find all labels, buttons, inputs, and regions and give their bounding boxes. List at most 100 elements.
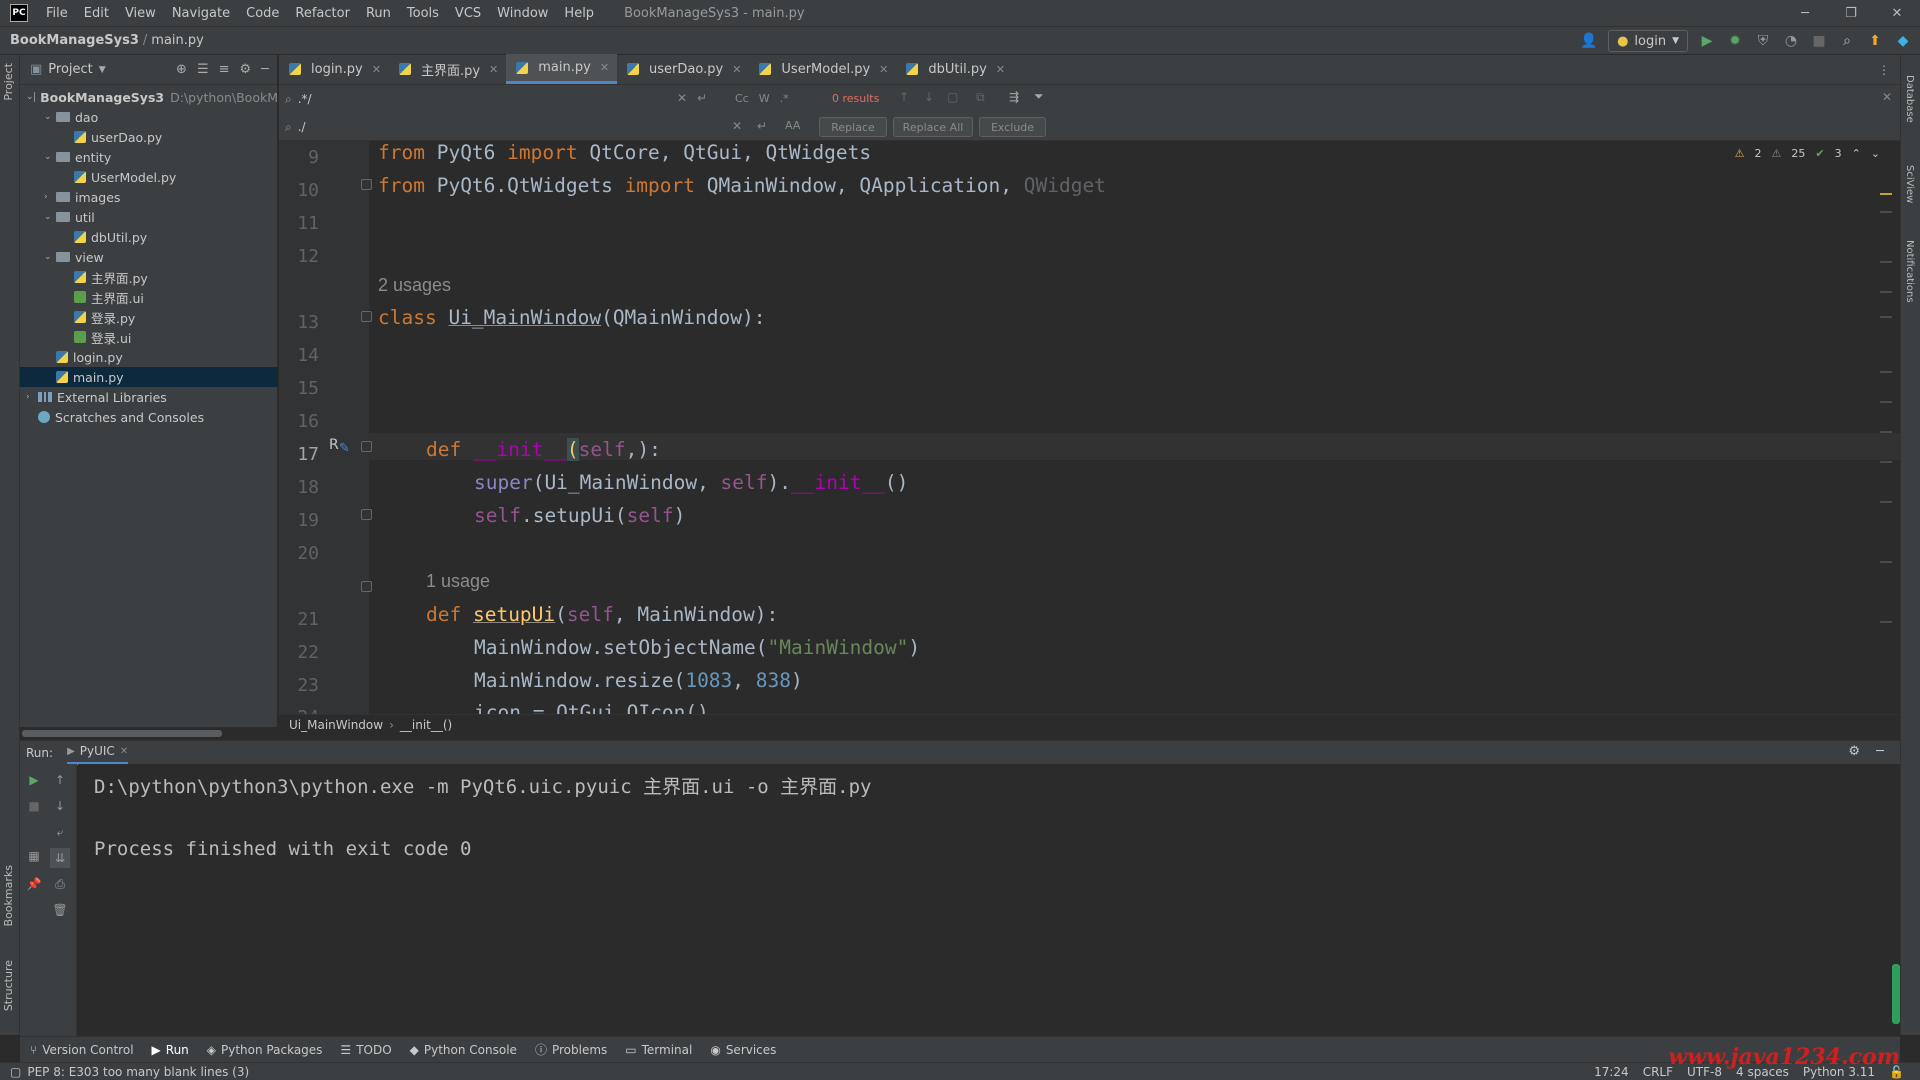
chevron-down-icon[interactable]: ⌄: [44, 252, 56, 262]
hide-icon[interactable]: ─: [261, 62, 269, 77]
close-icon[interactable]: ✕: [996, 63, 1005, 76]
soft-wrap-icon[interactable]: ⤶: [50, 822, 70, 842]
newline-icon[interactable]: ↵: [697, 91, 707, 105]
menu-file[interactable]: File: [38, 6, 76, 21]
editor-tab[interactable]: 主界面.py ✕: [389, 54, 506, 84]
edit-icon[interactable]: ✎: [339, 441, 350, 456]
tree-item[interactable]: › External Libraries: [20, 387, 278, 407]
tree-item[interactable]: 主界面.py: [20, 267, 278, 287]
menu-run[interactable]: Run: [358, 6, 399, 21]
caret-position[interactable]: 17:24: [1594, 1065, 1629, 1079]
run-config-selector[interactable]: ● login ▼: [1608, 30, 1688, 52]
fold-icon[interactable]: [361, 509, 372, 520]
bookmarks-tool-button[interactable]: Bookmarks: [2, 865, 15, 926]
filter-options-icon[interactable]: ⇶: [1009, 90, 1019, 104]
whole-words-toggle[interactable]: W: [759, 92, 770, 105]
close-icon[interactable]: ✕: [732, 63, 741, 76]
locate-icon[interactable]: ⊕: [176, 62, 187, 77]
run-console[interactable]: D:\python\python3\python.exe -m PyQt6.ui…: [78, 764, 1900, 1036]
menu-help[interactable]: Help: [556, 6, 602, 21]
structure-tool-button[interactable]: Structure: [2, 960, 15, 1011]
tree-item[interactable]: dbUtil.py: [20, 227, 278, 247]
fold-icon[interactable]: [361, 441, 372, 452]
menu-tools[interactable]: Tools: [399, 6, 447, 21]
project-panel-title[interactable]: Project: [48, 62, 92, 77]
tool-run[interactable]: ▶ Run: [152, 1043, 189, 1057]
editor-tab[interactable]: UserModel.py ✕: [749, 54, 896, 84]
minimize-icon[interactable]: ─: [1782, 0, 1828, 27]
editor-tab[interactable]: dbUtil.py ✕: [896, 54, 1013, 84]
tree-item[interactable]: ⌄ view: [20, 247, 278, 267]
chevron-down-icon[interactable]: ⌄: [1871, 147, 1880, 160]
usages-hint[interactable]: 1 usage: [426, 571, 490, 592]
editor-tab[interactable]: login.py ✕: [279, 54, 389, 84]
close-icon[interactable]: ✕: [1874, 0, 1920, 27]
user-icon[interactable]: 👤: [1580, 32, 1598, 50]
inspection-widget[interactable]: ⚠ 2 ⚠ 25 ✔ 3 ⌃ ⌄: [1735, 147, 1880, 160]
tree-item[interactable]: ⌄ entity: [20, 147, 278, 167]
more-tabs-icon[interactable]: ⋮: [1878, 63, 1900, 84]
tree-item[interactable]: login.py: [20, 347, 278, 367]
editor-tab[interactable]: main.py ✕: [506, 54, 618, 84]
arrow-up-icon[interactable]: ↑: [899, 90, 909, 104]
tree-item[interactable]: ⌄ dao: [20, 107, 278, 127]
tree-item[interactable]: main.py: [20, 367, 278, 387]
menu-code[interactable]: Code: [238, 6, 287, 21]
select-all-icon[interactable]: ▢: [947, 90, 958, 104]
fold-icon[interactable]: [361, 581, 372, 592]
chevron-right-icon[interactable]: ›: [44, 192, 56, 202]
horizontal-scrollbar[interactable]: [22, 730, 222, 737]
preserve-case-icon[interactable]: AA: [785, 119, 800, 132]
update-icon[interactable]: ⬆: [1866, 32, 1884, 50]
arrow-down-icon[interactable]: ↓: [924, 90, 934, 104]
menu-view[interactable]: View: [117, 6, 164, 21]
chevron-down-icon[interactable]: ⌄: [26, 92, 34, 102]
collapse-all-icon[interactable]: ≡: [219, 62, 230, 77]
close-icon[interactable]: ✕: [879, 63, 888, 76]
replace-all-button[interactable]: Replace All: [893, 117, 973, 137]
coverage-icon[interactable]: ⛨: [1754, 32, 1772, 50]
tree-item[interactable]: Scratches and Consoles: [20, 407, 278, 427]
tool-python-packages[interactable]: ◈ Python Packages: [207, 1043, 323, 1057]
tool-version-control[interactable]: ⑂ Version Control: [30, 1043, 134, 1057]
usages-hint[interactable]: 2 usages: [378, 275, 451, 296]
tree-item[interactable]: 登录.py: [20, 307, 278, 327]
menu-navigate[interactable]: Navigate: [164, 6, 238, 21]
stop-icon[interactable]: ■: [1810, 32, 1828, 50]
breadcrumb-project[interactable]: BookManageSys3: [10, 33, 139, 48]
tool-terminal[interactable]: ▭ Terminal: [625, 1043, 692, 1057]
override-icon[interactable]: R: [329, 437, 339, 453]
chevron-down-icon[interactable]: ⌄: [44, 212, 56, 222]
maximize-icon[interactable]: ❐: [1828, 0, 1874, 27]
console-scrollbar[interactable]: [1892, 964, 1900, 1024]
run-icon[interactable]: ▶: [1698, 32, 1716, 50]
expand-all-icon[interactable]: ☰: [197, 62, 209, 77]
stop-icon[interactable]: ■: [24, 796, 44, 816]
fold-icon[interactable]: [361, 179, 372, 190]
breadcrumb-file[interactable]: main.py: [151, 33, 204, 48]
hide-icon[interactable]: ─: [1876, 744, 1884, 759]
match-case-toggle[interactable]: Cc: [735, 92, 749, 105]
chevron-up-icon[interactable]: ⌃: [1852, 147, 1861, 160]
tree-item[interactable]: 登录.ui: [20, 327, 278, 347]
filter-icon[interactable]: ⏷: [1034, 89, 1044, 104]
trash-icon[interactable]: 🗑: [50, 900, 70, 920]
close-icon[interactable]: ✕: [120, 746, 128, 757]
tool-problems[interactable]: ⓘ Problems: [535, 1041, 607, 1058]
database-tool-button[interactable]: Database: [1904, 75, 1915, 123]
replace-input[interactable]: ⌕ ./: [285, 115, 725, 139]
print-icon[interactable]: ⎙: [50, 874, 70, 894]
close-find-icon[interactable]: ✕: [1882, 90, 1892, 104]
tree-item[interactable]: 主界面.ui: [20, 287, 278, 307]
arrow-up-icon[interactable]: ↑: [50, 770, 70, 790]
status-message[interactable]: PEP 8: E303 too many blank lines (3): [27, 1065, 249, 1079]
gear-icon[interactable]: ⚙: [240, 62, 252, 77]
pin-icon[interactable]: 📌: [24, 874, 44, 894]
tool-services[interactable]: ◉ Services: [710, 1043, 776, 1057]
regex-toggle[interactable]: .*: [780, 92, 789, 105]
chevron-right-icon[interactable]: ›: [26, 392, 38, 402]
close-icon[interactable]: ✕: [372, 63, 381, 76]
search-icon[interactable]: ⌕: [1838, 32, 1856, 50]
debug-icon[interactable]: ✹: [1726, 32, 1744, 50]
scroll-to-end-icon[interactable]: ⇊: [50, 848, 70, 868]
